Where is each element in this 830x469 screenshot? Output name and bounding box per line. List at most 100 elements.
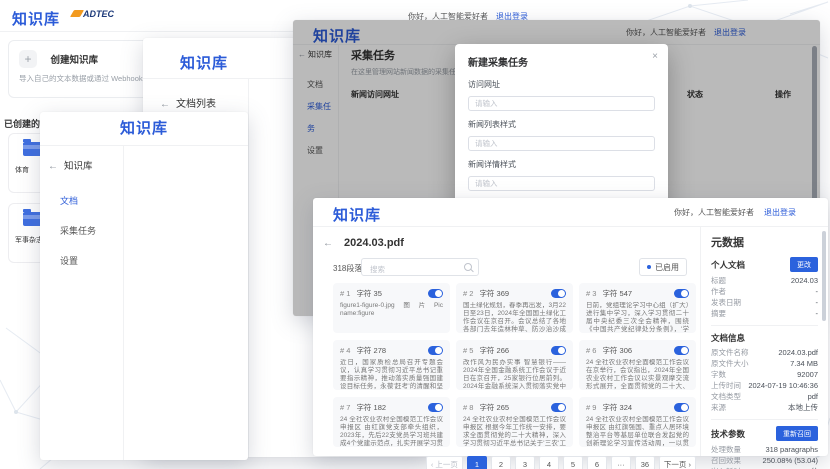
meta-row: 作者- [711, 286, 818, 297]
paragraph-index: # 3 [586, 289, 596, 298]
edit-metadata-button[interactable]: 更改 [790, 257, 818, 272]
field-label-list-style: 新闻列表样式 [468, 119, 655, 130]
logout-link[interactable]: 退出登录 [764, 208, 796, 217]
enable-toggle[interactable] [674, 403, 689, 412]
meta-label: 原文件名称 [711, 347, 749, 358]
desktop: 知识库 ADTEC 你好，人工智能爱好者退出登录 + 创建知识库 导入自己的文本… [0, 0, 830, 469]
paragraph-grid: # 1字符 35figure1-figure-0.jpg图片Pic name:f… [333, 283, 700, 447]
status-filter[interactable]: 已启用 [639, 258, 687, 276]
meta-row: 字数92007 [711, 369, 818, 380]
paragraph-index: # 9 [586, 403, 596, 412]
field-label-url: 访问网址 [468, 79, 655, 90]
char-count: 字符 265 [479, 402, 551, 413]
next-page-button[interactable]: 下一页 › [659, 456, 696, 469]
paragraph-index: # 2 [463, 289, 473, 298]
paragraph-card[interactable]: # 6字符 30624 全社农业农村全面模范工作会议在京举行，会议指出，2024… [579, 340, 696, 390]
page-ellipsis[interactable]: ··· [611, 456, 631, 469]
list-style-field[interactable] [468, 136, 655, 151]
meta-value: 2024.03 [791, 275, 818, 286]
section-title-tech-params: 技术参数 [711, 428, 745, 440]
paragraph-card[interactable]: # 4字符 278近日，国家质检总局召开专题会议，认真学习贯彻习近平总书记重要指… [333, 340, 450, 390]
meta-label: 文档类型 [711, 391, 741, 402]
meta-value: pdf [808, 391, 818, 402]
char-count: 字符 35 [356, 288, 428, 299]
create-kb-title: 创建知识库 [50, 55, 98, 66]
prev-page-button[interactable]: ‹ 上一页 [426, 456, 463, 469]
paragraph-text: 日前，党组理论学习中心组（扩大）进行集中学习，深入学习贯彻二十届中央纪委三次全会… [586, 302, 689, 333]
meta-label: 来源 [711, 402, 726, 413]
divider [711, 419, 818, 420]
paragraph-card[interactable]: # 3字符 547日前，党组理论学习中心组（扩大）进行集中学习，深入学习贯彻二十… [579, 283, 696, 333]
scrollbar[interactable] [822, 231, 826, 321]
meta-value: - [816, 297, 819, 308]
paragraph-card[interactable]: # 5字符 266改作风为民办实事 智慧银行——2024年全国金融系统工作会议于… [456, 340, 573, 390]
plus-icon: + [19, 50, 37, 68]
meta-row: 处理数量318 paragraphs [711, 444, 818, 455]
meta-label: 摘要 [711, 308, 726, 319]
page-button[interactable]: 2 [491, 456, 511, 469]
back-arrow-icon[interactable]: ← [323, 238, 333, 249]
detail-style-field[interactable] [468, 176, 655, 191]
back-kb[interactable]: ←知识库 [48, 158, 123, 172]
paragraph-card[interactable]: # 8字符 26524 全社农业农村全国模范工作会议申报区 根据今年工作统一安排… [456, 397, 573, 447]
back-doc-list[interactable]: ←文档列表 [160, 95, 248, 110]
sidebar-item-tasks[interactable]: 采集任务 [60, 224, 123, 237]
enable-toggle[interactable] [428, 403, 443, 412]
metadata-panel: 元数据 个人文档 更改 标题2024.03 作者- 发表日期- 摘要- 文档信息… [700, 227, 828, 456]
enable-toggle[interactable] [551, 403, 566, 412]
meta-row: 摘要- [711, 308, 818, 319]
page-button[interactable]: 6 [587, 456, 607, 469]
paragraph-card[interactable]: # 2字符 369国土绿化规划，春季再出发，3月22日至23日，2024年全国国… [456, 283, 573, 333]
modal-title: 新建采集任务 [468, 58, 528, 69]
close-icon[interactable]: × [652, 51, 658, 62]
enable-toggle[interactable] [674, 289, 689, 298]
search-input[interactable] [368, 262, 464, 278]
app-title: 知识库 [12, 8, 60, 29]
page-button[interactable]: 3 [515, 456, 535, 469]
window-doc-detail: 知识库 你好，人工智能爱好者退出登录 ←2024.03.pdf 318段落 已启… [313, 198, 828, 456]
panel-title: 元数据 [711, 234, 818, 250]
enable-toggle[interactable] [551, 346, 566, 355]
meta-value: 2024.03.pdf [778, 347, 818, 358]
paragraph-index: # 6 [586, 346, 596, 355]
window-title: 知识库 [180, 52, 228, 73]
paragraph-card[interactable]: # 7字符 18224 全社农业农村全国模范工作会议申报区 由红旗党支部牵头组织… [333, 397, 450, 447]
enable-toggle[interactable] [428, 346, 443, 355]
sidebar-item-docs[interactable]: 文档 [60, 194, 123, 207]
search-icon [464, 263, 472, 271]
char-count: 字符 182 [356, 402, 428, 413]
meta-row: 原文件大小7.34 MB [711, 358, 818, 369]
page-button[interactable]: 1 [467, 456, 487, 469]
meta-row: 来源本地上传 [711, 402, 818, 413]
doc-title: 2024.03.pdf [344, 237, 404, 249]
char-count: 字符 266 [479, 345, 551, 356]
meta-row: 原文件名称 2024.03.pdf [711, 347, 818, 358]
section-title-personal-doc: 个人文档 [711, 259, 745, 271]
back-arrow-icon: ← [48, 161, 58, 172]
paragraph-text: 国土绿化规划，春季再出发，3月22日至23日，2024年全国国土绿化工作会议在京… [463, 302, 566, 333]
pagination: ‹ 上一页 1 2 3 4 5 6 ··· 36 下一页 › [333, 456, 696, 469]
enable-toggle[interactable] [674, 346, 689, 355]
search-box [361, 258, 479, 276]
paragraph-text: 近日，国家质检总局召开专题会议，认真学习贯彻习近平总书记重要指示精神，推动落实质… [340, 359, 443, 390]
char-count: 字符 278 [356, 345, 428, 356]
meta-label: 原文件大小 [711, 358, 749, 369]
paragraph-card[interactable]: # 1字符 35figure1-figure-0.jpg图片Pic name:f… [333, 283, 450, 333]
paragraph-index: # 8 [463, 403, 473, 412]
re-recall-button[interactable]: 重新召回 [776, 426, 818, 441]
meta-value: 2024-07-19 10:46:36 [748, 380, 818, 391]
url-field[interactable] [468, 96, 655, 111]
paragraph-card[interactable]: # 9字符 32424 全社农业农村全国模范工作会议申报区 由红旗强国、重点人居… [579, 397, 696, 447]
meta-row: 召回效果250.08% (53.04) [711, 455, 818, 466]
paragraph-text: 24 全社农业农村全国模范工作会议申报区 由红旗党支部牵头组织，2023年，先后… [340, 416, 443, 447]
meta-label: 标题 [711, 275, 726, 286]
paragraph-text: figure1-figure-0.jpg图片Pic name:figure [340, 302, 443, 333]
meta-value: 250.08% (53.04) [763, 455, 818, 466]
page-button[interactable]: 5 [563, 456, 583, 469]
enable-toggle[interactable] [551, 289, 566, 298]
enable-toggle[interactable] [428, 289, 443, 298]
sidebar-item-settings[interactable]: 设置 [60, 254, 123, 267]
page-button[interactable]: 4 [539, 456, 559, 469]
page-button[interactable]: 36 [635, 456, 655, 469]
section-title-doc-info: 文档信息 [711, 332, 818, 344]
